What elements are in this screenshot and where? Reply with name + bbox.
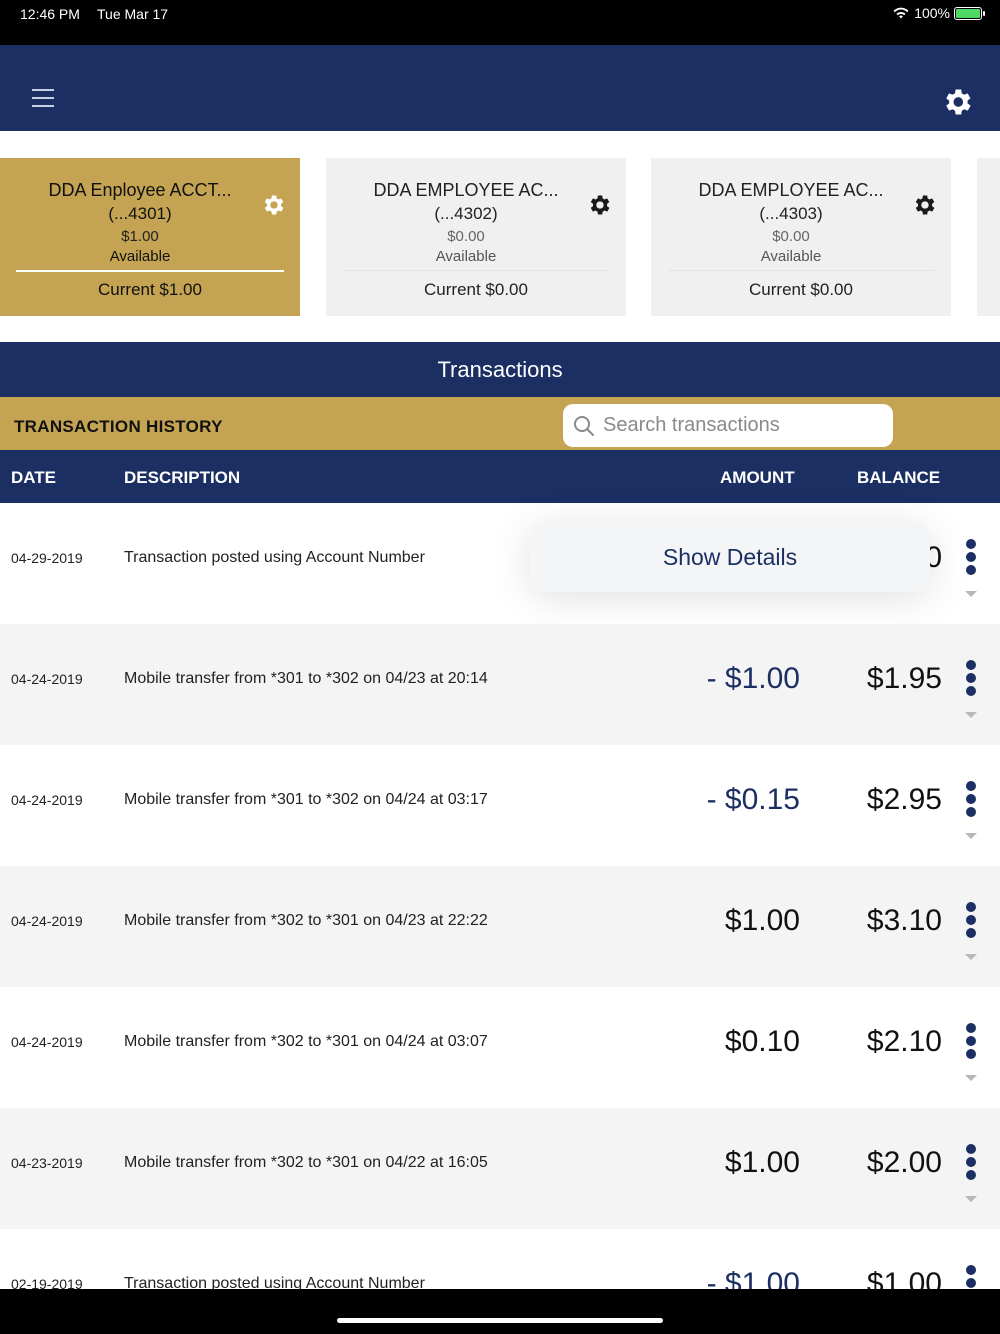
account-carousel: DDA Enployee ACCT... (...4301) $1.00 Ava…	[0, 158, 1000, 316]
transaction-amount: $0.10	[724, 1025, 800, 1058]
transaction-row[interactable]: 04-29-2019 Transaction posted using Acco…	[0, 503, 1000, 624]
battery-icon	[954, 6, 985, 20]
account-number: (...4303)	[759, 204, 823, 223]
transaction-date: 02-19-2019	[11, 1276, 83, 1289]
transaction-amount: $1.00	[724, 904, 800, 937]
transaction-row[interactable]: 04-24-2019 Mobile transfer from *302 to …	[0, 987, 1000, 1108]
transaction-date: 04-24-2019	[11, 792, 83, 808]
transaction-date: 04-29-2019	[11, 550, 83, 566]
transaction-description: Mobile transfer from *302 to *301 on 04/…	[124, 1033, 488, 1050]
status-right: 100%	[892, 5, 985, 21]
account-divider	[667, 270, 935, 271]
transaction-description: Mobile transfer from *302 to *301 on 04/…	[124, 1154, 488, 1171]
account-current-balance: Current $0.00	[424, 280, 528, 299]
more-options-icon[interactable]	[966, 1023, 978, 1059]
expand-caret-icon[interactable]	[965, 712, 977, 718]
column-header-row: DATE DESCRIPTION AMOUNT BALANCE	[0, 450, 1000, 503]
transaction-amount: - $1.00	[706, 1267, 800, 1289]
account-card-4302[interactable]: DDA EMPLOYEE AC... (...4302) $0.00 Avail…	[326, 158, 626, 316]
gear-icon[interactable]	[940, 85, 974, 119]
account-divider	[342, 270, 610, 271]
top-nav-bar	[0, 45, 1000, 131]
transaction-amount: - $1.00	[706, 662, 800, 695]
transaction-balance: $2.00	[866, 1146, 942, 1179]
account-card-4303[interactable]: DDA EMPLOYEE AC... (...4303) $0.00 Avail…	[651, 158, 951, 316]
status-time: 12:46 PM	[20, 6, 80, 22]
account-card-partial[interactable]	[977, 158, 1000, 316]
transaction-description: Mobile transfer from *301 to *302 on 04/…	[124, 791, 488, 808]
battery-percent: 100%	[914, 5, 950, 21]
transactions-title: Transactions	[0, 342, 1000, 397]
transaction-date: 04-24-2019	[11, 1034, 83, 1050]
transaction-row[interactable]: 04-24-2019 Mobile transfer from *301 to …	[0, 624, 1000, 745]
transaction-balance: $1.95	[866, 662, 942, 695]
more-options-icon[interactable]	[966, 1144, 978, 1180]
account-card-4301[interactable]: DDA Enployee ACCT... (...4301) $1.00 Ava…	[0, 158, 300, 316]
transaction-description: Mobile transfer from *302 to *301 on 04/…	[124, 912, 488, 929]
account-available-label: Available	[109, 248, 171, 265]
account-number: (...4302)	[434, 204, 498, 223]
expand-caret-icon[interactable]	[965, 833, 977, 839]
expand-caret-icon[interactable]	[965, 954, 977, 960]
search-input[interactable]	[603, 414, 883, 437]
account-name: DDA EMPLOYEE AC...	[373, 180, 559, 200]
transaction-balance: $2.95	[866, 783, 942, 816]
transaction-row[interactable]: 04-24-2019 Mobile transfer from *301 to …	[0, 745, 1000, 866]
column-header-description[interactable]: DESCRIPTION	[124, 468, 240, 488]
transaction-date: 04-23-2019	[11, 1155, 83, 1171]
column-header-amount[interactable]: AMOUNT	[720, 468, 795, 488]
column-header-balance[interactable]: BALANCE	[857, 468, 940, 488]
more-options-icon[interactable]	[966, 902, 978, 938]
transaction-description: Transaction posted using Account Number	[124, 1275, 425, 1289]
transaction-amount: - $0.15	[706, 783, 800, 816]
account-divider	[16, 270, 284, 272]
app-screen: DDA Enployee ACCT... (...4301) $1.00 Ava…	[0, 45, 1000, 1289]
account-settings-gear-icon[interactable]	[911, 192, 937, 218]
more-options-icon[interactable]	[966, 539, 978, 575]
account-name: DDA EMPLOYEE AC...	[698, 180, 884, 200]
account-current-balance: Current $0.00	[749, 280, 853, 299]
more-options-icon[interactable]	[966, 1265, 978, 1289]
expand-caret-icon[interactable]	[965, 1075, 977, 1081]
transaction-balance: $2.10	[866, 1025, 942, 1058]
wifi-icon	[893, 7, 909, 19]
account-available-amount: $0.00	[772, 228, 810, 245]
account-settings-gear-icon[interactable]	[586, 192, 612, 218]
column-header-date[interactable]: DATE	[11, 468, 56, 488]
search-icon	[574, 415, 594, 436]
account-name: DDA Enployee ACCT...	[48, 180, 232, 200]
account-available-label: Available	[760, 248, 822, 265]
home-indicator[interactable]	[337, 1318, 663, 1323]
hamburger-menu-icon[interactable]	[32, 89, 54, 107]
status-date: Tue Mar 17	[97, 6, 169, 22]
more-options-icon[interactable]	[966, 781, 978, 817]
expand-caret-icon[interactable]	[965, 1196, 977, 1202]
more-options-icon[interactable]	[966, 660, 978, 696]
transaction-balance: $3.10	[866, 904, 942, 937]
transaction-date: 04-24-2019	[11, 913, 83, 929]
account-available-label: Available	[435, 248, 497, 265]
transaction-balance: $1.00	[866, 1267, 942, 1289]
search-box	[563, 404, 893, 447]
account-available-amount: $1.00	[121, 228, 159, 245]
expand-caret-icon[interactable]	[965, 591, 977, 597]
transaction-description: Transaction posted using Account Number	[124, 549, 425, 566]
transaction-row[interactable]: 04-23-2019 Mobile transfer from *302 to …	[0, 1108, 1000, 1229]
transaction-date: 04-24-2019	[11, 671, 83, 687]
transaction-row[interactable]: 04-24-2019 Mobile transfer from *302 to …	[0, 866, 1000, 987]
account-available-amount: $0.00	[447, 228, 485, 245]
transaction-row[interactable]: 02-19-2019 Transaction posted using Acco…	[0, 1229, 1000, 1289]
transaction-description: Mobile transfer from *301 to *302 on 04/…	[124, 670, 488, 687]
status-bar: 12:46 PM Tue Mar 17 100%	[0, 0, 1000, 45]
account-settings-gear-icon[interactable]	[260, 192, 286, 218]
account-current-balance: Current $1.00	[98, 280, 202, 299]
transaction-history-bar: TRANSACTION HISTORY	[0, 397, 1000, 450]
transaction-amount: $1.00	[724, 1146, 800, 1179]
show-details-button[interactable]: Show Details	[530, 522, 930, 592]
transaction-history-label: TRANSACTION HISTORY	[14, 417, 223, 436]
account-number: (...4301)	[108, 204, 172, 223]
